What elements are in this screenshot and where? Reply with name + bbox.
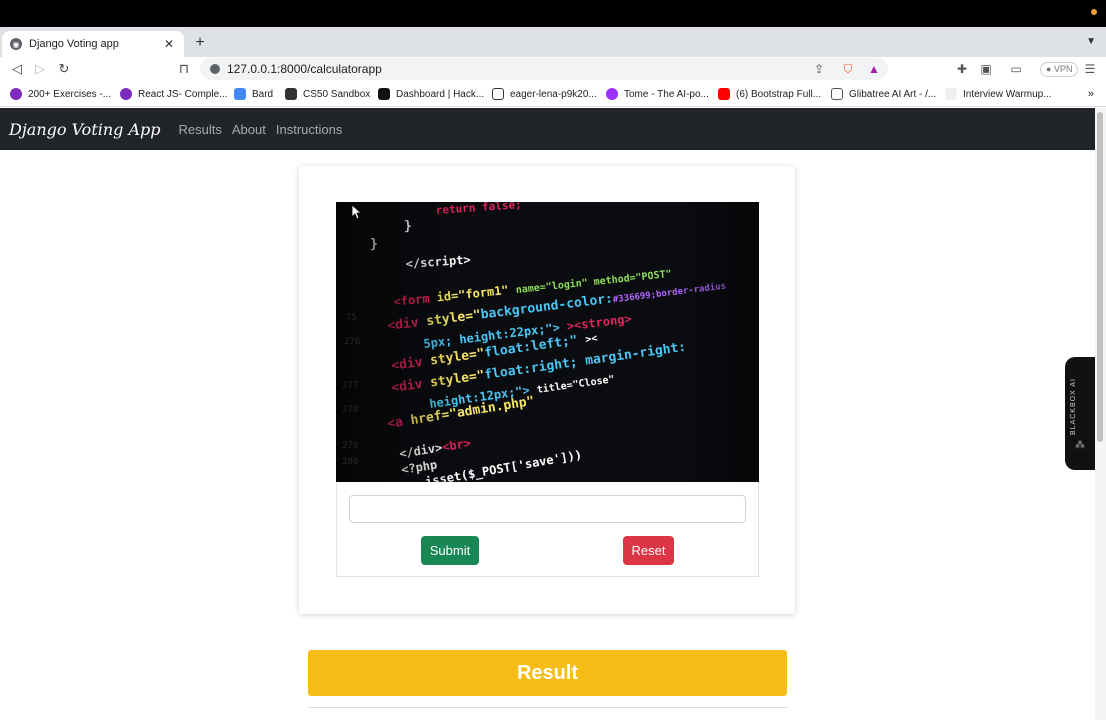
new-tab-icon[interactable]: + — [192, 34, 208, 52]
bookmark-label: Tome - The AI-po... — [624, 88, 709, 100]
bookmark-item[interactable]: Tome - The AI-po... — [606, 88, 709, 100]
sidebar-icon[interactable]: ▣ — [979, 62, 993, 76]
forward-icon[interactable]: ▷ — [32, 61, 48, 77]
brave-shield-icon[interactable]: ⛉ — [841, 62, 855, 76]
nav-link-instructions[interactable]: Instructions — [276, 122, 342, 137]
browser-toolbar: ◁ ▷ ↻ ⊓ 127.0.0.1:8000/calculatorapp ⇪ ⛉… — [0, 57, 1106, 82]
tab-title: Django Voting app — [29, 38, 119, 50]
bookmark-label: Glibatree AI Art - /... — [849, 88, 937, 100]
site-info-icon[interactable] — [210, 64, 220, 74]
code-screen-image: return false; } } </script> <form id="fo… — [336, 202, 759, 482]
tab-strip: ◉ Django Voting app ✕ — [0, 27, 1106, 57]
bookmark-label: React JS- Comple... — [138, 88, 228, 100]
result-heading: Result — [308, 650, 787, 696]
bookmark-item[interactable]: Dashboard | Hack... — [378, 88, 484, 100]
bookmark-item[interactable]: CS50 Sandbox — [285, 88, 370, 100]
bookmark-label: Bard — [252, 88, 274, 100]
bookmark-label: 200+ Exercises -... — [28, 88, 112, 100]
bookmark-item[interactable]: Interview Warmup... — [945, 88, 1052, 100]
extensions-icon[interactable]: ✚ — [955, 62, 969, 76]
nav-link-results[interactable]: Results — [179, 122, 222, 137]
page-icon — [492, 88, 504, 100]
bookmark-favicon-icon — [378, 88, 390, 100]
vpn-button[interactable]: ● VPN — [1040, 62, 1079, 77]
bookmark-favicon-icon — [945, 88, 957, 100]
blackbox-ai-widget[interactable]: BLACKBOX AI ⁂ — [1065, 357, 1095, 470]
bookmark-icon[interactable]: ⊓ — [176, 61, 192, 77]
bookmark-favicon-icon — [606, 88, 618, 100]
bookmark-label: eager-lena-p9k20... — [510, 88, 597, 100]
submit-button[interactable]: Submit — [421, 536, 479, 565]
code-image-art: return false; } } </script> <form id="fo… — [336, 202, 759, 482]
bookmark-item[interactable]: Bard — [234, 88, 273, 100]
bookmark-label: CS50 Sandbox — [303, 88, 371, 100]
bookmark-item[interactable]: React JS- Comple... — [120, 88, 227, 100]
reload-icon[interactable]: ↻ — [56, 61, 72, 77]
sparkle-icon — [234, 88, 246, 100]
bookmark-item[interactable]: 200+ Exercises -... — [10, 88, 111, 100]
youtube-icon — [718, 88, 730, 100]
share-icon[interactable]: ⇪ — [812, 62, 826, 76]
vpn-label: VPN — [1053, 64, 1073, 74]
back-icon[interactable]: ◁ — [9, 61, 25, 77]
bookmark-item[interactable]: eager-lena-p9k20... — [492, 88, 597, 100]
brave-rewards-icon[interactable]: ▲ — [867, 62, 881, 76]
blackbox-logo-icon: ⁂ — [1075, 440, 1085, 451]
more-bookmarks-icon[interactable]: » — [1088, 88, 1094, 100]
bookmarks-bar: 200+ Exercises -... React JS- Comple... … — [0, 82, 1106, 107]
brand-logo[interactable]: Django Voting App — [9, 120, 161, 139]
nav-link-about[interactable]: About — [232, 122, 266, 137]
menu-icon[interactable]: ☰ — [1083, 62, 1097, 76]
url-text: 127.0.0.1:8000/calculatorapp — [227, 62, 382, 76]
os-menu-bar — [0, 0, 1106, 27]
bookmark-favicon-icon — [285, 88, 297, 100]
scrollbar-thumb[interactable] — [1097, 112, 1103, 442]
app-navbar: Django Voting App Results About Instruct… — [0, 108, 1095, 150]
mouse-cursor-icon — [352, 205, 362, 219]
bookmark-label: Dashboard | Hack... — [396, 88, 485, 100]
status-dot-icon — [1091, 9, 1097, 15]
bookmark-item[interactable]: (6) Bootstrap Full... — [718, 88, 821, 100]
page-scrollbar[interactable] — [1095, 108, 1106, 720]
expression-input[interactable] — [349, 495, 746, 523]
bookmark-label: (6) Bootstrap Full... — [736, 88, 822, 100]
divider — [308, 707, 787, 708]
bookmark-label: Interview Warmup... — [963, 88, 1052, 100]
browser-tab[interactable]: ◉ Django Voting app ✕ — [2, 31, 184, 57]
grid-icon — [831, 88, 843, 100]
globe-icon: ◉ — [10, 38, 22, 50]
wallet-icon[interactable]: ▭ — [1009, 62, 1023, 76]
bookmark-favicon-icon — [120, 88, 132, 100]
reset-button[interactable]: Reset — [623, 536, 674, 565]
bookmark-favicon-icon — [10, 88, 22, 100]
chevron-down-icon[interactable]: ▼ — [1086, 36, 1096, 47]
blackbox-label: BLACKBOX AI — [1070, 378, 1077, 435]
bookmark-item[interactable]: Glibatree AI Art - /... — [831, 88, 936, 100]
close-tab-icon[interactable]: ✕ — [162, 37, 176, 51]
address-bar[interactable]: 127.0.0.1:8000/calculatorapp — [200, 58, 888, 80]
